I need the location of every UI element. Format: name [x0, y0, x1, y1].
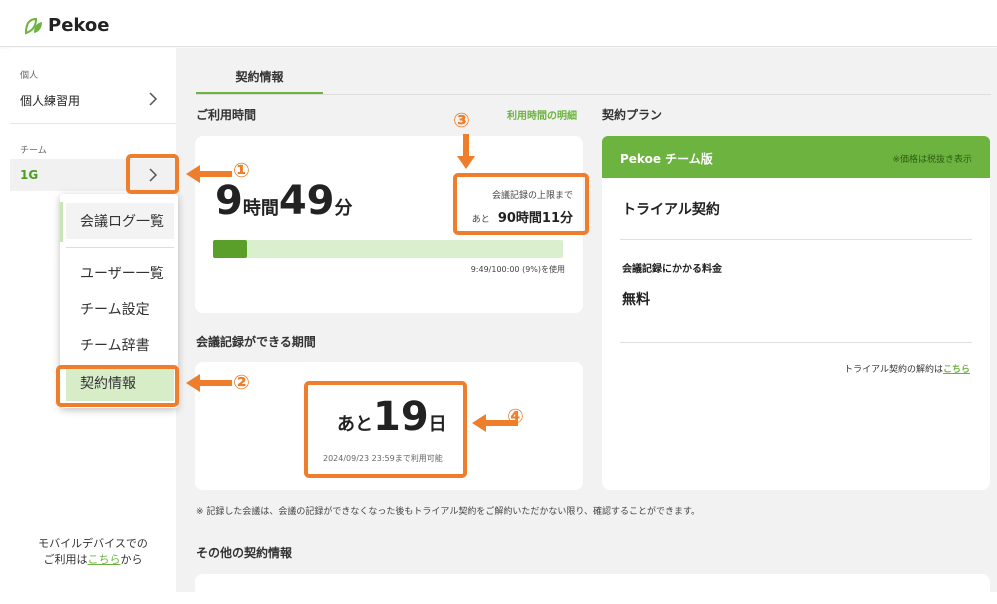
plan-name: Pekoe チーム版: [620, 152, 713, 166]
usage-total: 9 時間 49 分: [215, 178, 353, 224]
annotation-number-1: ①: [233, 158, 250, 182]
plan-contract-type: トライアル契約: [622, 202, 720, 218]
plan-header: Pekoe チーム版 ※価格は税抜き表示: [602, 136, 990, 178]
menu-item-meeting-logs[interactable]: 会議ログ一覧: [66, 203, 174, 239]
archive-note: ※ 記録した会議は、会議の記録ができなくなった後もトライアル契約をご解約いただか…: [196, 507, 701, 517]
usage-minutes-unit: 分: [334, 198, 353, 219]
plan-cancel: トライアル契約の解約はこちら: [844, 362, 970, 375]
popup-active-indicator: [60, 202, 63, 242]
usage-minutes: 49: [278, 178, 335, 224]
sidebar-item-label: 個人練習用: [20, 93, 81, 108]
plan-card: Pekoe チーム版 ※価格は税抜き表示 トライアル契約 会議記録にかかる料金 …: [602, 136, 990, 490]
menu-item-team-settings[interactable]: チーム設定: [66, 291, 174, 327]
usage-progress-bar: [213, 240, 563, 258]
annotation-number-2: ②: [233, 370, 250, 394]
mobile-link[interactable]: こちら: [88, 553, 121, 566]
annotation-box-4: [304, 381, 467, 478]
plan-tax-note: ※価格は税抜き表示: [892, 155, 972, 165]
main-content: 契約情報 ご利用時間 利用時間の明細 9 時間 49 分 会議記録の上限まで あ…: [176, 48, 997, 604]
mobile-notice-line2: ご利用はこちらから: [10, 552, 176, 568]
chevron-right-icon: [149, 92, 158, 106]
annotation-arrow-2-icon: [186, 374, 232, 392]
menu-item-users[interactable]: ユーザー一覧: [66, 255, 174, 291]
logo-text: Pekoe: [48, 15, 110, 36]
mobile-notice: モバイルデバイスでの ご利用はこちらから: [10, 536, 176, 568]
popup-divider: [66, 247, 174, 248]
usage-hours-unit: 時間: [242, 198, 279, 219]
sidebar-item-personal[interactable]: 個人練習用: [10, 85, 176, 115]
plan-fee-label: 会議記録にかかる料金: [622, 264, 722, 275]
plan-divider: [620, 342, 972, 343]
plan-fee-value: 無料: [622, 292, 650, 308]
sidebar-item-label: 1G: [20, 168, 39, 182]
plan-divider: [620, 239, 972, 240]
leaf-logo-icon: [24, 17, 42, 34]
sidebar-section-team: チーム: [20, 146, 47, 156]
annotation-number-3: ③: [453, 108, 470, 132]
mobile-notice-prefix: ご利用は: [43, 553, 88, 566]
annotation-arrow-3-icon: [457, 134, 475, 169]
sidebar-divider: [10, 123, 176, 124]
other-info-title: その他の契約情報: [196, 546, 293, 560]
annotation-box-3: [453, 173, 589, 235]
usage-detail-link[interactable]: 利用時間の明細: [507, 107, 577, 122]
annotation-arrow-1-icon: [186, 165, 232, 183]
tab-divider: [196, 94, 991, 95]
other-info-card: [195, 574, 990, 604]
plan-cancel-link[interactable]: こちら: [943, 365, 970, 375]
annotation-number-4: ④: [507, 404, 524, 428]
tab-contract-info[interactable]: 契約情報: [196, 60, 323, 94]
mobile-notice-line1: モバイルデバイスでの: [38, 537, 148, 550]
mobile-notice-suffix: から: [120, 553, 143, 566]
usage-title: ご利用時間: [196, 108, 257, 122]
usage-progress-fill: [213, 240, 248, 258]
period-title: 会議記録ができる期間: [196, 335, 316, 349]
top-bar: Pekoe: [0, 0, 997, 47]
usage-progress-text: 9:49/100:00 (9%)を使用: [470, 265, 565, 274]
annotation-box-2: [56, 365, 179, 407]
logo[interactable]: Pekoe: [24, 15, 109, 36]
sidebar-section-personal: 個人: [20, 71, 39, 81]
plan-cancel-prefix: トライアル契約の解約は: [844, 365, 943, 375]
menu-item-team-dictionary[interactable]: チーム辞書: [66, 327, 174, 363]
annotation-box-1: [126, 154, 179, 194]
plan-title: 契約プラン: [602, 108, 663, 122]
